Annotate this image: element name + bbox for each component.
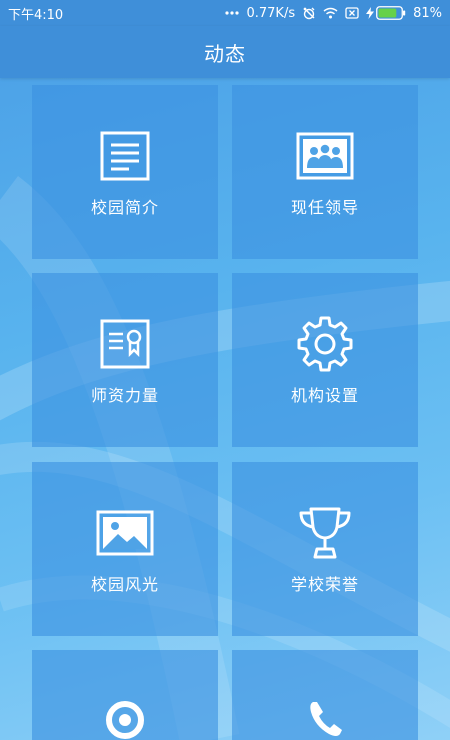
wifi-icon [323, 7, 338, 19]
app-header: 动态 [0, 26, 450, 78]
battery-percent: 81% [413, 5, 442, 21]
battery-icon [376, 6, 406, 20]
tile-label: 机构设置 [290, 386, 359, 405]
tile-school-honors[interactable]: 学校荣誉 [232, 462, 418, 636]
landscape-image-icon [96, 503, 154, 563]
sim-blocked-icon [345, 7, 359, 19]
status-time: 下午4:10 [8, 7, 64, 23]
tile-campus-intro[interactable]: 校园简介 [32, 85, 218, 259]
tile-label: 校园简介 [90, 198, 159, 217]
phone-icon [303, 698, 347, 740]
certificate-icon [99, 314, 151, 374]
tile-teaching-staff[interactable]: 师资力量 [32, 273, 218, 447]
tile-label: 校园风光 [90, 575, 159, 594]
document-icon [99, 126, 151, 186]
more-dots-icon [225, 11, 240, 15]
location-pin-icon [103, 698, 147, 740]
page-title: 动态 [204, 41, 246, 66]
tile-label: 现任领导 [290, 198, 359, 217]
tile-label: 师资力量 [90, 386, 159, 405]
tile-current-leaders[interactable]: 现任领导 [232, 85, 418, 259]
tile-organization[interactable]: 机构设置 [232, 273, 418, 447]
alarm-off-icon [302, 6, 316, 20]
tile-location[interactable] [32, 650, 218, 740]
status-right-group: 0.77K/s 81% [225, 6, 442, 21]
trophy-icon [295, 503, 355, 563]
gear-icon [296, 314, 354, 374]
tile-campus-scenery[interactable]: 校园风光 [32, 462, 218, 636]
network-speed: 0.77K/s [246, 5, 296, 21]
charging-bolt-icon [366, 7, 375, 19]
status-bar: 下午4:10 0.77K/s 81% [0, 0, 450, 26]
battery-indicator [366, 6, 406, 20]
tile-contact-phone[interactable] [232, 650, 418, 740]
leaders-photo-icon [296, 126, 354, 186]
tile-label: 学校荣誉 [290, 575, 359, 594]
